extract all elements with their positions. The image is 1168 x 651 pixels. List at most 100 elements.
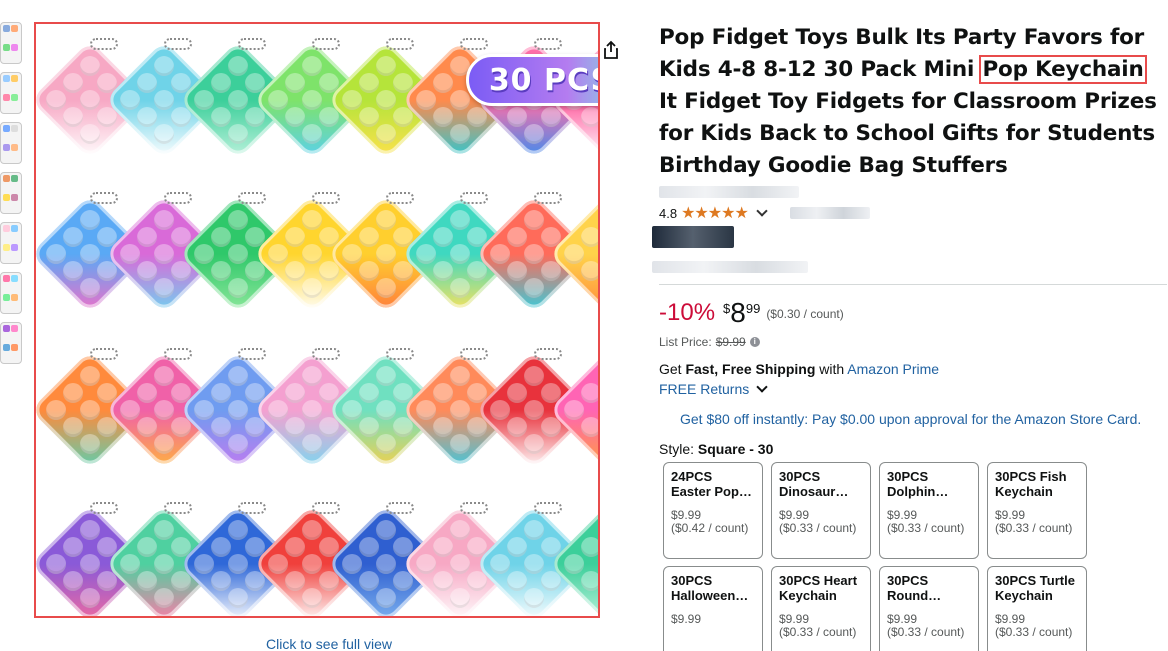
- keychain-ring: [534, 348, 562, 360]
- pop-keychain-toy: [548, 194, 598, 314]
- list-price: List Price: $9.99 i: [659, 335, 760, 349]
- price-fraction: 99: [745, 301, 761, 316]
- keychain-ring: [238, 192, 266, 204]
- main-product-image[interactable]: 30 PCS: [34, 22, 600, 618]
- share-icon[interactable]: [601, 40, 621, 60]
- thumbnail[interactable]: [0, 22, 22, 64]
- store-link-redacted[interactable]: [659, 186, 799, 198]
- swatch-name: 30PCS Dolphin Keychain: [887, 469, 945, 501]
- swatch-name: 30PCS Heart Keychain: [779, 573, 858, 603]
- unit-price: ($0.30 / count): [766, 307, 844, 321]
- swatch-price: $9.99: [671, 612, 702, 626]
- shipping-with: with: [815, 361, 848, 377]
- keychain-ring: [164, 38, 192, 50]
- keychain-ring: [460, 38, 488, 50]
- style-selector-label: Style: Square - 30: [659, 441, 773, 457]
- price-block: -10% $ 8 99 ($0.30 / count): [659, 297, 844, 329]
- swatch-name: 30PCS Dinosaur Keychain: [779, 469, 837, 501]
- shipping-info: Get Fast, Free Shipping with Amazon Prim…: [659, 361, 939, 377]
- keychain-ring: [164, 348, 192, 360]
- rating-value: 4.8: [659, 205, 678, 221]
- ratings-count-redacted[interactable]: [789, 207, 870, 219]
- chevron-down-icon[interactable]: [756, 205, 768, 217]
- keychain-ring: [238, 38, 266, 50]
- shipping-get: Get: [659, 361, 686, 377]
- rating-row[interactable]: 4.8 ★★★★★: [659, 203, 870, 223]
- style-swatch[interactable]: 30PCS Fish Keychain $9.99 ($0.33 / count): [987, 462, 1087, 559]
- keychain-ring: [460, 192, 488, 204]
- thumbnail-strip: [0, 22, 22, 372]
- pcs-badge: 30 PCS: [466, 54, 598, 106]
- discount-percent: -10%: [659, 299, 716, 326]
- fast-free-shipping: Fast, Free Shipping: [685, 361, 816, 377]
- style-swatch[interactable]: 30PCS Round Keychain$9.99($0.33 / count): [879, 566, 979, 651]
- badge-redacted: [652, 226, 734, 248]
- swatch-unit-price: ($0.33 / count): [995, 521, 1073, 535]
- swatch-unit-price: ($0.33 / count): [887, 625, 965, 639]
- swatch-name: 24PCS Easter Pop Keychain: [671, 469, 739, 501]
- bought-count-redacted: [652, 261, 808, 273]
- free-returns-label[interactable]: FREE Returns: [659, 381, 749, 397]
- pop-keychain-grid: [36, 24, 598, 616]
- free-returns[interactable]: FREE Returns: [659, 381, 772, 397]
- price-whole: 8: [730, 297, 746, 328]
- keychain-ring: [534, 38, 562, 50]
- thumbnail[interactable]: [0, 322, 22, 364]
- title-part: It Fidget Toy Fidgets for Classroom Priz…: [659, 89, 1157, 178]
- keychain-ring: [460, 348, 488, 360]
- chevron-down-icon[interactable]: [756, 381, 768, 393]
- divider: [659, 284, 1167, 285]
- thumbnail[interactable]: [0, 272, 22, 314]
- thumbnail[interactable]: [0, 72, 22, 114]
- style-swatch[interactable]: 30PCS Halloween Keychain $9.99: [663, 566, 763, 651]
- keychain-ring: [386, 348, 414, 360]
- swatch-name: 30PCS Halloween Keychain: [671, 573, 736, 605]
- list-price-label: List Price:: [659, 335, 712, 349]
- keychain-ring: [386, 38, 414, 50]
- swatch-name: 30PCS Round Keychain: [887, 573, 945, 605]
- thumbnail[interactable]: [0, 122, 22, 164]
- style-swatch[interactable]: 30PCS Heart Keychain $9.99 ($0.33 / count): [771, 566, 871, 651]
- keychain-ring: [312, 502, 340, 514]
- swatch-unit-price: ($0.33 / count): [887, 521, 965, 535]
- keychain-ring: [164, 502, 192, 514]
- keychain-ring: [90, 348, 118, 360]
- thumbnail[interactable]: [0, 172, 22, 214]
- style-swatch[interactable]: 30PCS Dolphin Keychain$9.99($0.33 / coun…: [879, 462, 979, 559]
- style-label-text: Style:: [659, 441, 698, 457]
- keychain-ring: [386, 192, 414, 204]
- keychain-ring: [534, 502, 562, 514]
- amazon-prime-link[interactable]: Amazon Prime: [847, 361, 939, 377]
- keychain-ring: [534, 192, 562, 204]
- swatch-unit-price: ($0.33 / count): [779, 521, 857, 535]
- keychain-ring: [90, 502, 118, 514]
- keychain-ring: [312, 192, 340, 204]
- swatch-unit-price: ($0.42 / count): [671, 521, 749, 535]
- keychain-ring: [164, 192, 192, 204]
- style-swatch[interactable]: 24PCS Easter Pop Keychain$9.99($0.42 / c…: [663, 462, 763, 559]
- swatch-unit-price: ($0.33 / count): [779, 625, 857, 639]
- highlighted-keyword: Pop Keychain: [979, 55, 1147, 84]
- full-view-link[interactable]: Click to see full view: [266, 636, 392, 651]
- keychain-ring: [238, 348, 266, 360]
- product-title: Pop Fidget Toys Bulk Its Party Favors fo…: [659, 22, 1164, 182]
- selected-style: Square - 30: [697, 441, 774, 457]
- keychain-ring: [238, 502, 266, 514]
- star-rating-icon: ★★★★★: [681, 205, 749, 222]
- keychain-ring: [90, 192, 118, 204]
- price-symbol: $: [723, 301, 731, 316]
- style-swatch[interactable]: 30PCS Turtle Keychain $9.99 ($0.33 / count…: [987, 566, 1087, 651]
- pop-keychain-toy: [548, 350, 598, 470]
- thumbnail[interactable]: [0, 222, 22, 264]
- keychain-ring: [386, 502, 414, 514]
- info-icon[interactable]: i: [749, 337, 760, 347]
- swatch-name: 30PCS Fish Keychain: [995, 469, 1067, 499]
- swatch-unit-price: ($0.33 / count): [995, 625, 1073, 639]
- keychain-ring: [312, 38, 340, 50]
- product-details: Pop Fidget Toys Bulk Its Party Favors fo…: [659, 22, 1164, 182]
- style-swatch[interactable]: 30PCS Dinosaur Keychain$9.99($0.33 / cou…: [771, 462, 871, 559]
- store-card-offer[interactable]: Get $80 off instantly: Pay $0.00 upon ap…: [680, 411, 1141, 427]
- keychain-ring: [460, 502, 488, 514]
- style-swatches: 24PCS Easter Pop Keychain $9.99 ($0.42 / c…: [663, 462, 1093, 651]
- keychain-ring: [312, 348, 340, 360]
